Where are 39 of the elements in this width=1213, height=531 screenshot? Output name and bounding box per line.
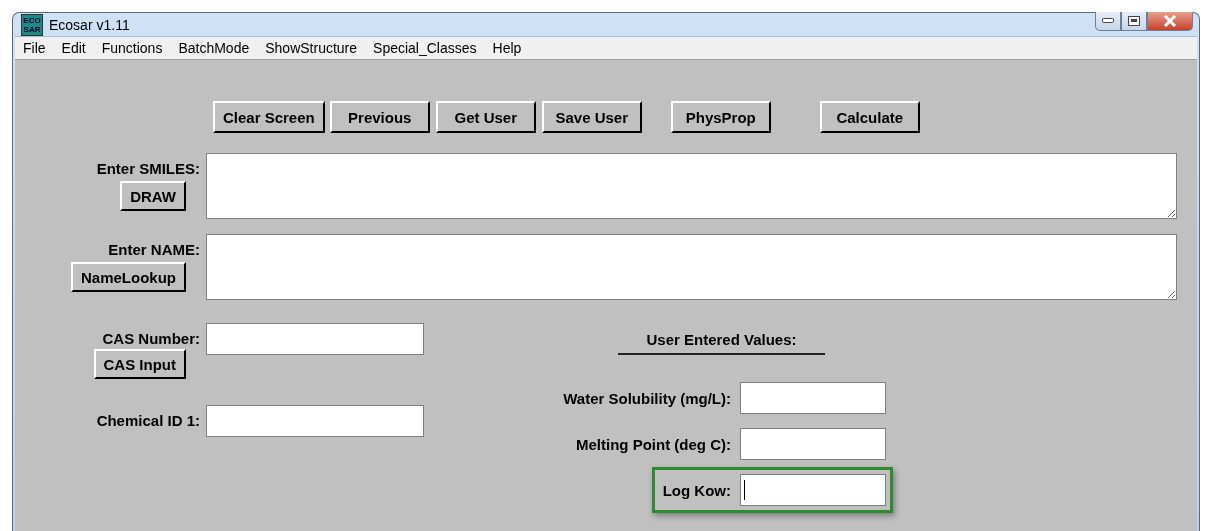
menu-item[interactable]: BatchMode	[170, 40, 258, 56]
menu-item[interactable]: ShowStructure	[257, 40, 366, 56]
menu-item[interactable]: Edit	[53, 40, 94, 56]
toolbar-button[interactable]: PhysProp	[670, 101, 771, 133]
close-icon	[1163, 15, 1177, 27]
name-field[interactable]	[206, 234, 1177, 300]
chemical-id-label: Chemical ID 1:	[96, 411, 200, 429]
close-button[interactable]	[1147, 12, 1193, 31]
toolbar-button[interactable]: Previous	[329, 101, 430, 133]
maximize-icon	[1128, 16, 1140, 26]
cas-label: CAS Number:	[102, 329, 200, 347]
maximize-button[interactable]	[1121, 12, 1147, 31]
app-icon: ECO SAR	[21, 13, 43, 36]
menu-item[interactable]: Special_Classes	[365, 40, 485, 56]
chemical-id-field[interactable]	[206, 405, 424, 437]
value-field[interactable]	[740, 474, 886, 506]
name-lookup-button[interactable]: NameLookup	[71, 262, 186, 292]
smiles-label: Enter SMILES:	[96, 159, 200, 177]
minimize-button[interactable]	[1095, 12, 1121, 31]
toolbar-button[interactable]: Clear Screen	[213, 101, 325, 133]
field-label: Water Solubility (mg/L):	[563, 389, 731, 407]
cas-field[interactable]	[206, 323, 424, 355]
smiles-field[interactable]	[206, 153, 1177, 219]
minimize-icon	[1102, 18, 1114, 24]
menu-item[interactable]: Functions	[93, 40, 171, 56]
toolbar-button[interactable]: Calculate	[819, 101, 920, 133]
toolbar-button[interactable]: Save User	[541, 101, 642, 133]
name-label: Enter NAME:	[108, 240, 200, 258]
window-title: Ecosar v1.11	[49, 16, 130, 33]
field-label: Melting Point (deg C):	[576, 435, 731, 453]
menu-item[interactable]: Help	[484, 40, 530, 56]
section-heading: User Entered Values:	[618, 331, 825, 355]
menu-item[interactable]: File	[15, 40, 54, 56]
toolbar-button[interactable]: Get User	[435, 101, 536, 133]
value-field[interactable]	[740, 428, 886, 460]
draw-button[interactable]: DRAW	[120, 181, 186, 211]
cas-input-button[interactable]: CAS Input	[93, 349, 186, 379]
value-field[interactable]	[740, 382, 886, 414]
field-label: Log Kow:	[662, 481, 731, 499]
